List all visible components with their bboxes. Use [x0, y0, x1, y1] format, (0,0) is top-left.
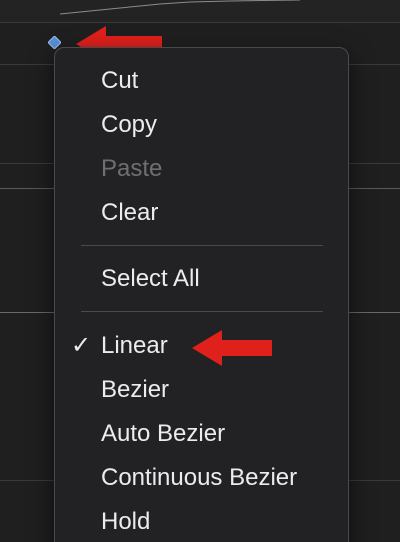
graph-editor-canvas: Cut Copy Paste Clear Select All ✓ Linear…	[0, 0, 400, 542]
red-arrow-icon	[192, 330, 272, 366]
menu-item-hold[interactable]: Hold	[101, 502, 150, 542]
menu-item-cut[interactable]: Cut	[101, 61, 138, 101]
menu-item-clear[interactable]: Clear	[101, 193, 158, 233]
context-menu: Cut Copy Paste Clear Select All ✓ Linear…	[54, 47, 349, 542]
checkmark-icon: ✓	[71, 332, 92, 359]
menu-item-continuous-bezier[interactable]: Continuous Bezier	[101, 458, 297, 498]
menu-separator	[81, 245, 323, 246]
menu-item-linear[interactable]: Linear	[101, 326, 168, 366]
menu-item-select-all[interactable]: Select All	[101, 259, 200, 299]
menu-item-auto-bezier[interactable]: Auto Bezier	[101, 414, 225, 454]
menu-separator	[81, 311, 323, 312]
menu-item-paste: Paste	[101, 155, 163, 182]
menu-item-bezier[interactable]: Bezier	[101, 370, 169, 410]
menu-item-copy[interactable]: Copy	[101, 105, 157, 145]
